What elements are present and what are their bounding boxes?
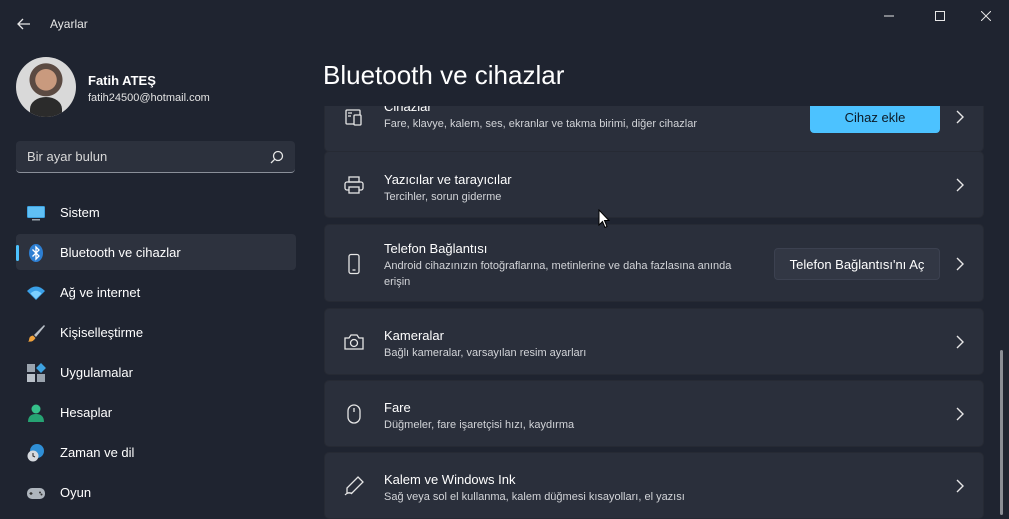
camera-icon [344, 334, 364, 350]
page-title: Bluetooth ve cihazlar [323, 60, 565, 90]
chevron-right-icon [956, 335, 964, 349]
sidebar-nav: Sistem Bluetooth ve cihazlar Ağ ve inter… [16, 194, 296, 514]
devices-icon [345, 109, 362, 126]
phone-icon [348, 253, 360, 275]
minimize-button[interactable] [866, 0, 912, 32]
monitor-icon [27, 206, 45, 221]
user-name: Fatih ATEŞ [88, 73, 156, 88]
app-title: Ayarlar [50, 17, 88, 31]
minimize-icon [884, 15, 894, 17]
sidebar-item-gaming[interactable]: Oyun [16, 474, 296, 510]
card-description: Bağlı kameralar, varsayılan resim ayarla… [384, 347, 587, 359]
search-icon[interactable] [269, 149, 285, 165]
card-title: Fare [384, 400, 411, 415]
card-description: Android cihazınızın fotoğraflarına, meti… [384, 260, 732, 288]
bluetooth-icon [29, 244, 43, 262]
card-title: Yazıcılar ve tarayıcılar [384, 172, 512, 187]
card-printers-scanners[interactable]: Yazıcılar ve tarayıcılar Tercihler, soru… [324, 151, 984, 218]
card-description: Fare, klavye, kalem, ses, ekranlar ve ta… [384, 118, 697, 130]
chevron-right-icon [956, 407, 964, 421]
sidebar-item-accounts[interactable]: Hesaplar [16, 394, 296, 430]
gamepad-icon [27, 488, 45, 499]
sidebar-item-label: Hesaplar [60, 405, 113, 420]
card-title: Kalem ve Windows Ink [384, 472, 516, 487]
card-description: Sağ veya sol el kullanma, kalem düğmesi … [384, 491, 685, 503]
vertical-scrollbar[interactable] [1000, 350, 1003, 515]
chevron-right-icon [956, 479, 964, 493]
person-icon [28, 404, 44, 422]
close-icon [981, 11, 991, 21]
card-description: Tercihler, sorun giderme [384, 191, 502, 203]
apps-icon [27, 363, 46, 382]
sidebar-item-sistem[interactable]: Sistem [16, 194, 296, 230]
avatar[interactable] [16, 57, 76, 117]
sidebar-item-label: Ağ ve internet [60, 285, 141, 300]
mouse-icon [347, 404, 361, 424]
card-title: Telefon Bağlantısı [384, 241, 488, 256]
sidebar-item-personalization[interactable]: Kişiselleştirme [16, 314, 296, 350]
sidebar-item-label: Uygulamalar [60, 365, 133, 380]
sidebar-item-time-language[interactable]: Zaman ve dil [16, 434, 296, 470]
sidebar-item-apps[interactable]: Uygulamalar [16, 354, 296, 390]
title-bar: Ayarlar [0, 0, 1009, 44]
settings-list: Cihazlar Fare, klavye, kalem, ses, ekran… [324, 106, 985, 519]
sidebar-item-label: Oyun [60, 485, 92, 500]
printer-icon [344, 176, 364, 194]
card-phone-link[interactable]: Telefon Bağlantısı Android cihazınızın f… [324, 224, 984, 302]
brush-icon [28, 325, 45, 342]
back-button[interactable] [10, 10, 38, 38]
card-devices[interactable]: Cihazlar Fare, klavye, kalem, ses, ekran… [324, 106, 984, 152]
sidebar-item-label: Kişiselleştirme [60, 325, 144, 340]
sidebar-item-label: Sistem [60, 205, 100, 220]
wifi-icon [27, 286, 45, 300]
sidebar-item-label: Bluetooth ve cihazlar [60, 245, 181, 260]
card-description: Düğmeler, fare işaretçisi hızı, kaydırma [384, 419, 575, 431]
card-title: Kameralar [384, 328, 444, 343]
card-title: Cihazlar [384, 106, 432, 114]
search-input[interactable] [16, 141, 256, 172]
card-pen-windows-ink[interactable]: Kalem ve Windows Ink Sağ veya sol el kul… [324, 452, 984, 519]
sidebar-item-bluetooth[interactable]: Bluetooth ve cihazlar [16, 234, 296, 270]
chevron-right-icon [956, 257, 964, 271]
user-email: fatih24500@hotmail.com [88, 92, 210, 104]
sidebar-item-label: Zaman ve dil [60, 445, 135, 460]
search-box[interactable] [16, 141, 295, 173]
open-phone-link-button[interactable]: Telefon Bağlantısı'nı Aç [774, 248, 940, 280]
chevron-right-icon [956, 178, 964, 192]
card-cameras[interactable]: Kameralar Bağlı kameralar, varsayılan re… [324, 308, 984, 375]
maximize-button[interactable] [917, 0, 963, 32]
mouse-cursor-icon [598, 209, 610, 229]
maximize-icon [935, 11, 945, 21]
arrow-left-icon [17, 18, 30, 30]
sidebar-item-network[interactable]: Ağ ve internet [16, 274, 296, 310]
chevron-right-icon [956, 110, 964, 124]
add-device-button[interactable]: Cihaz ekle [810, 106, 940, 133]
globe-clock-icon [27, 444, 44, 462]
pen-icon [344, 476, 364, 496]
card-mouse[interactable]: Fare Düğmeler, fare işaretçisi hızı, kay… [324, 380, 984, 447]
close-button[interactable] [963, 0, 1009, 32]
